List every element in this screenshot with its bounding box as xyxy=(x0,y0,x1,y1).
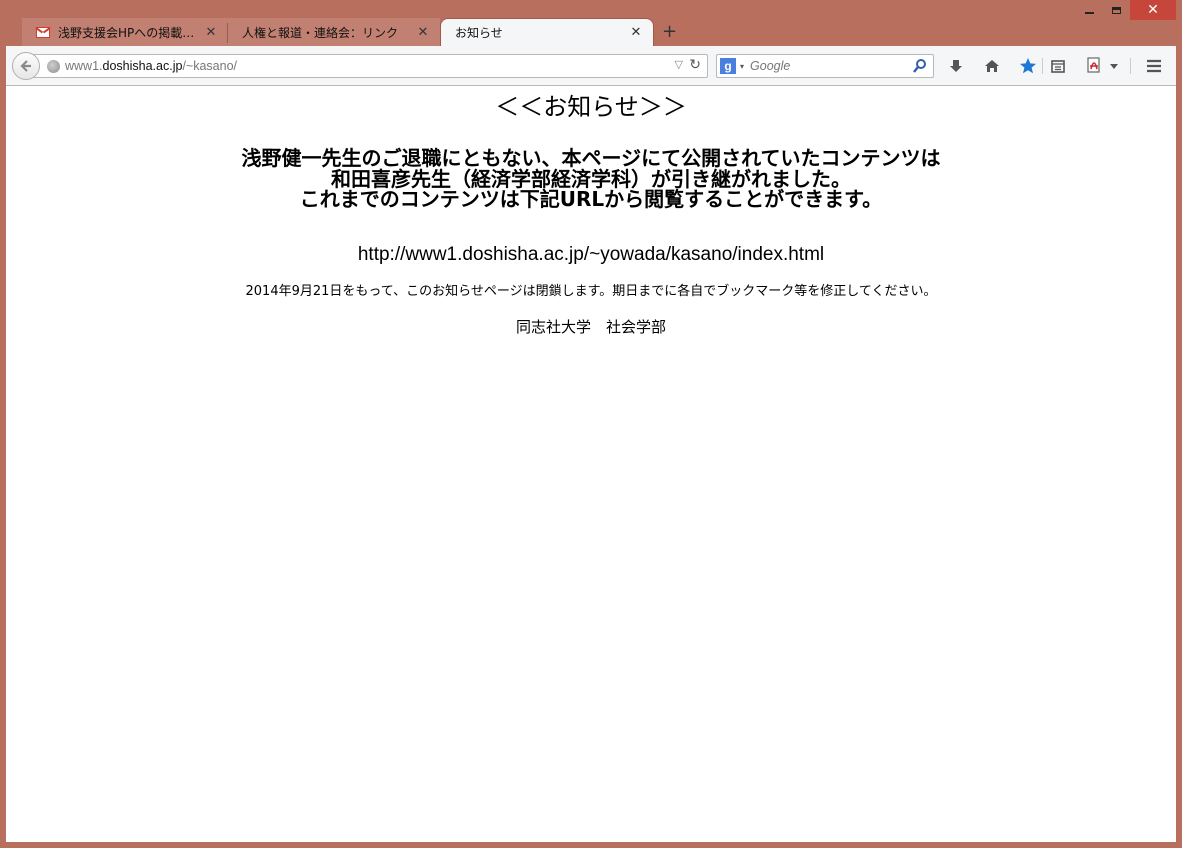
back-arrow-icon xyxy=(20,60,31,72)
new-tab-button[interactable]: + xyxy=(662,21,677,42)
pdf-addon-icon[interactable] xyxy=(1084,56,1104,76)
tab-oshirase[interactable]: お知らせ ✕ xyxy=(440,18,654,46)
minimize-icon xyxy=(1085,12,1094,14)
tab-strip: 浅野支援会HPへの掲載お… ✕ 人権と報道・連絡会：リンク ✕ お知らせ ✕ + xyxy=(6,18,1176,46)
download-icon[interactable] xyxy=(946,56,966,76)
search-bar[interactable]: g ▾ xyxy=(716,54,934,78)
search-icon[interactable] xyxy=(912,58,928,74)
bookmarks-menu-icon[interactable] xyxy=(1048,56,1068,76)
new-content-url: http://www1.doshisha.ac.jp/~yowada/kasan… xyxy=(357,243,825,265)
url-bar[interactable]: www1.doshisha.ac.jp/~kasano/ ▽ ↻ xyxy=(28,54,708,78)
tab-close-icon[interactable]: ✕ xyxy=(416,25,430,40)
tab-close-icon[interactable]: ✕ xyxy=(629,25,643,40)
addon-dropdown-icon[interactable] xyxy=(1108,56,1120,76)
tab-label: 人権と報道・連絡会：リンク xyxy=(242,25,399,40)
tab-label: お知らせ xyxy=(455,26,503,40)
tab-label: 浅野支援会HPへの掲載お… xyxy=(58,25,198,40)
url-dropdown-icon[interactable]: ▽ xyxy=(675,58,683,71)
search-input[interactable] xyxy=(750,59,901,73)
url-prefix: www1. xyxy=(65,59,103,73)
organization-name: 同志社大学 社会学部 xyxy=(515,317,666,336)
back-button[interactable] xyxy=(12,52,40,80)
notice-title: ＜＜お知らせ＞＞ xyxy=(495,93,687,121)
gmail-icon xyxy=(36,26,50,38)
bookmark-star-icon[interactable] xyxy=(1018,56,1038,76)
notice-line: 浅野健一先生のご退職にともない、本ページにて公開されていたコンテンツは xyxy=(241,146,941,170)
close-icon: ✕ xyxy=(1147,2,1159,18)
toolbar-separator xyxy=(1130,58,1131,74)
notice-line: 和田喜彦先生（経済学部経済学科）が引き継がれました。 xyxy=(331,166,851,191)
close-window-button[interactable]: ✕ xyxy=(1130,0,1176,20)
hamburger-menu-icon[interactable] xyxy=(1144,56,1164,76)
home-icon[interactable] xyxy=(982,56,1002,76)
navigation-bar: www1.doshisha.ac.jp/~kasano/ ▽ ↻ g ▾ xyxy=(6,46,1176,86)
tab-close-icon[interactable]: ✕ xyxy=(204,25,218,40)
browser-window: ✕ 浅野支援会HPへの掲載お… ✕ 人権と報道・連絡会：リンク ✕ お知らせ ✕… xyxy=(6,0,1176,842)
google-icon[interactable]: g xyxy=(720,58,736,74)
reload-icon[interactable]: ↻ xyxy=(689,57,701,73)
globe-icon xyxy=(47,59,60,73)
tab-gmail[interactable]: 浅野支援会HPへの掲載お… ✕ xyxy=(22,18,228,46)
tab-jinken[interactable]: 人権と報道・連絡会：リンク ✕ xyxy=(228,18,440,46)
notice-line: これまでのコンテンツは下記URLから閲覧することができます。 xyxy=(299,187,883,211)
closing-notice: 2014年9月21日をもって、このお知らせページは閉鎖します。期日までに各自でブ… xyxy=(245,283,937,299)
toolbar-separator xyxy=(1042,58,1043,74)
search-engine-dropdown-icon[interactable]: ▾ xyxy=(740,62,744,71)
page-content: ＜＜お知らせ＞＞ 浅野健一先生のご退職にともない、本ページにて公開されていたコン… xyxy=(6,86,1176,842)
minimize-button[interactable] xyxy=(1076,0,1103,20)
maximize-icon xyxy=(1112,6,1121,14)
url-host: doshisha.ac.jp xyxy=(102,59,183,73)
url-path: /~kasano/ xyxy=(182,59,237,73)
notice-main-text: 浅野健一先生のご退職にともない、本ページにて公開されていたコンテンツは 和田喜彦… xyxy=(6,148,1176,210)
url-text[interactable]: www1.doshisha.ac.jp/~kasano/ xyxy=(65,59,237,73)
maximize-button[interactable] xyxy=(1103,0,1130,20)
